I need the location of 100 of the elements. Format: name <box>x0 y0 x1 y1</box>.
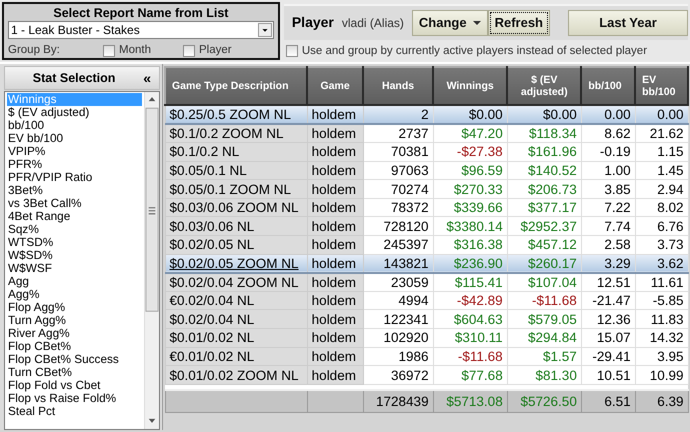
table-cell: $270.33 <box>433 180 508 198</box>
table-cell: holdem <box>307 216 364 236</box>
table-cell: $260.17 <box>507 254 582 273</box>
table-cell: 2.58 <box>581 236 636 254</box>
table-cell: $0.03/0.06 NL <box>165 216 308 236</box>
list-item[interactable]: Flop CBet% Success <box>7 353 142 366</box>
list-item[interactable]: Agg% <box>7 288 142 301</box>
table-cell: -29.41 <box>581 347 636 366</box>
checkbox-label: Use and group by currently active players instead of selected player <box>302 44 648 59</box>
list-item[interactable]: PFR% <box>7 158 142 171</box>
list-item[interactable]: Flop CBet% <box>7 340 142 353</box>
table-cell: $96.59 <box>433 161 508 180</box>
table-cell: $140.52 <box>507 161 582 180</box>
table-cell: 7.22 <box>581 198 636 217</box>
table-cell: $0.00 <box>507 105 582 124</box>
list-item[interactable]: Flop vs Raise Fold% <box>7 392 142 405</box>
list-item[interactable]: VPIP% <box>7 145 142 158</box>
list-item[interactable]: Sqz% <box>7 223 142 236</box>
table-cell: 1.00 <box>581 161 636 180</box>
table-cell: holdem <box>307 180 364 198</box>
table-cell: €0.02/0.04 NL <box>165 291 308 310</box>
dropdown-button[interactable]: Change <box>412 10 488 36</box>
column-header[interactable]: Game Type Description <box>165 67 308 105</box>
table-cell: 10.99 <box>635 366 688 384</box>
table-cell: holdem <box>307 198 364 217</box>
list-item[interactable]: Steal Pct <box>7 405 142 418</box>
list-item[interactable]: WTSD% <box>7 236 142 249</box>
table-cell: $0.03/0.06 ZOOM NL <box>165 198 308 217</box>
table-cell: 8.02 <box>635 198 688 217</box>
list-item[interactable]: Agg <box>7 275 142 288</box>
column-header[interactable]: Hands <box>363 67 434 105</box>
list-item[interactable]: Turn CBet% <box>7 366 142 379</box>
table-cell: 3.62 <box>635 254 688 273</box>
table-cell: -5.85 <box>635 291 688 310</box>
table-cell: $339.66 <box>433 198 508 217</box>
table-cell: $1.57 <box>507 347 582 366</box>
table-cell: 78372 <box>363 198 434 217</box>
table-cell: 2 <box>363 105 434 124</box>
table-cell: $294.84 <box>507 328 582 348</box>
list-item[interactable]: River Agg% <box>7 327 142 340</box>
column-header[interactable]: EV bb/100 <box>635 67 688 105</box>
table-cell: $457.12 <box>507 236 582 254</box>
table-cell: -$42.89 <box>433 291 508 310</box>
table-cell: 0.00 <box>581 105 636 124</box>
list-item[interactable]: PFR/VPIP Ratio <box>7 171 142 184</box>
table-cell: $0.02/0.04 NL <box>165 310 308 329</box>
list-item[interactable]: EV bb/100 <box>7 132 142 145</box>
list-item[interactable]: Flop Agg% <box>7 301 142 314</box>
report-title: Select Report Name from List <box>52 5 230 21</box>
list-item[interactable]: W$WSF <box>7 262 142 275</box>
total-cell: 6.51 <box>581 390 636 412</box>
table-cell: 2.94 <box>635 180 688 198</box>
table-cell: 1.45 <box>635 161 688 180</box>
column-header[interactable]: Game <box>307 67 364 105</box>
list-item[interactable]: bb/100 <box>7 119 142 132</box>
table-cell: $2952.37 <box>507 216 582 236</box>
checkbox[interactable] <box>183 44 195 57</box>
table-cell: 21.62 <box>635 124 688 143</box>
table-cell: 6.76 <box>635 216 688 236</box>
checkbox[interactable] <box>103 44 115 57</box>
table-cell: -$11.68 <box>433 347 508 366</box>
column-header[interactable]: bb/100 <box>581 67 636 105</box>
table-cell: 3.29 <box>581 254 636 273</box>
period-button[interactable]: Last Year <box>568 10 688 36</box>
list-item[interactable]: 4Bet Range <box>7 210 142 223</box>
refresh-button[interactable]: Refresh <box>488 10 550 36</box>
table-cell: 2737 <box>363 124 434 143</box>
total-cell: 1728439 <box>363 390 434 412</box>
list-item[interactable]: Turn Agg% <box>7 314 142 327</box>
report-dropdown[interactable]: 1 - Leak Buster - Stakes <box>8 21 274 39</box>
table-cell: holdem <box>307 142 364 162</box>
list-item[interactable]: vs 3Bet Call% <box>7 197 142 210</box>
table-cell: 70381 <box>363 142 434 162</box>
table-cell: $0.01/0.02 ZOOM NL <box>165 366 308 384</box>
table-cell: $118.34 <box>507 124 582 143</box>
total-cell: $5713.08 <box>433 390 508 412</box>
group-by-label: Group By: <box>8 43 61 58</box>
table-cell: 728120 <box>363 216 434 236</box>
caret-icon <box>472 20 481 25</box>
table-cell: holdem <box>307 310 364 329</box>
table-cell: -$11.68 <box>507 291 582 310</box>
table-cell: $0.25/0.5 ZOOM NL <box>165 105 308 124</box>
scrollbar[interactable] <box>144 92 159 429</box>
table-cell: 8.62 <box>581 124 636 143</box>
table-cell: 102920 <box>363 328 434 348</box>
list-item[interactable]: W$SD% <box>7 249 142 262</box>
table-cell: holdem <box>307 105 364 124</box>
list-item[interactable]: 3Bet% <box>7 184 142 197</box>
table-cell: holdem <box>307 291 364 310</box>
table-cell: $0.02/0.05 NL <box>165 236 308 254</box>
table-cell: -$27.38 <box>433 142 508 162</box>
collapse-button[interactable]: « <box>143 68 159 88</box>
table-cell: $77.68 <box>433 366 508 384</box>
list-item[interactable]: Flop Fold vs Cbet <box>7 379 142 392</box>
table-cell: 70274 <box>363 180 434 198</box>
checkbox[interactable] <box>286 45 298 58</box>
column-header[interactable]: $ (EV adjusted) <box>507 67 582 105</box>
checkbox-label: Player <box>199 43 232 58</box>
list-item[interactable]: $ (EV adjusted) <box>7 106 142 119</box>
column-header[interactable]: Winnings <box>433 67 508 105</box>
